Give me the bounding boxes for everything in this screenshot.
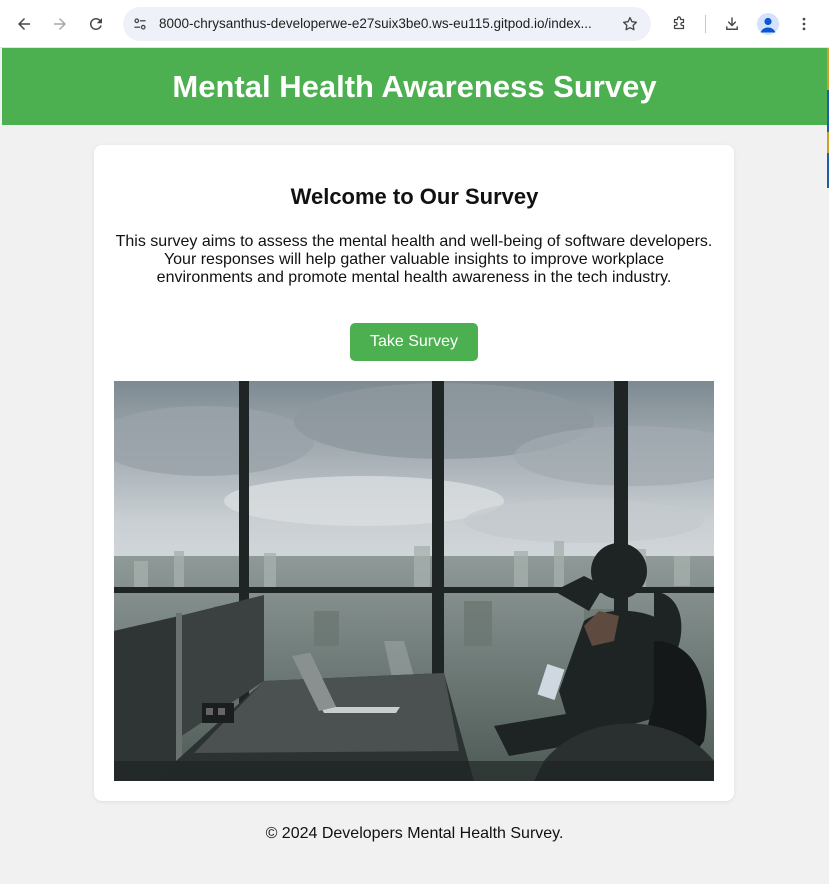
forward-button[interactable]	[46, 10, 74, 38]
extensions-button[interactable]	[665, 10, 693, 38]
arrow-left-icon	[18, 18, 30, 30]
arrow-right-icon	[54, 18, 66, 30]
toolbar-divider	[705, 15, 706, 33]
intro-line: This survey aims to assess the mental he…	[115, 233, 713, 250]
star-icon[interactable]	[621, 15, 639, 33]
url-text[interactable]: 8000-chrysanthus-developerwe-e27suix3be0…	[159, 7, 611, 41]
welcome-heading: Welcome to Our Survey	[290, 184, 539, 209]
office-hero-image	[114, 381, 714, 781]
browser-menu-button[interactable]	[790, 10, 818, 38]
reload-icon	[89, 17, 102, 30]
reload-button[interactable]	[82, 10, 110, 38]
browser-toolbar: 8000-chrysanthus-developerwe-e27suix3be0…	[0, 0, 829, 48]
person-icon	[760, 17, 776, 33]
take-survey-button[interactable]: Take Survey	[350, 323, 478, 361]
address-bar[interactable]: 8000-chrysanthus-developerwe-e27suix3be0…	[123, 7, 651, 41]
intro-paragraph: This survey aims to assess the mental he…	[104, 233, 724, 287]
site-footer: © 2024 Developers Mental Health Survey.	[265, 825, 564, 842]
intro-line: Your responses will help gather valuable…	[163, 251, 665, 268]
profile-button[interactable]	[757, 13, 779, 35]
tune-icon[interactable]	[130, 14, 150, 34]
downloads-button[interactable]	[718, 10, 746, 38]
intro-line: environments and promote mental health a…	[156, 269, 672, 286]
kebab-menu-icon	[802, 17, 806, 31]
site-header: Mental Health Awareness Survey	[2, 48, 827, 125]
download-icon	[726, 17, 738, 30]
back-button[interactable]	[10, 10, 38, 38]
page-title: Mental Health Awareness Survey	[172, 68, 657, 104]
puzzle-icon	[673, 16, 685, 30]
